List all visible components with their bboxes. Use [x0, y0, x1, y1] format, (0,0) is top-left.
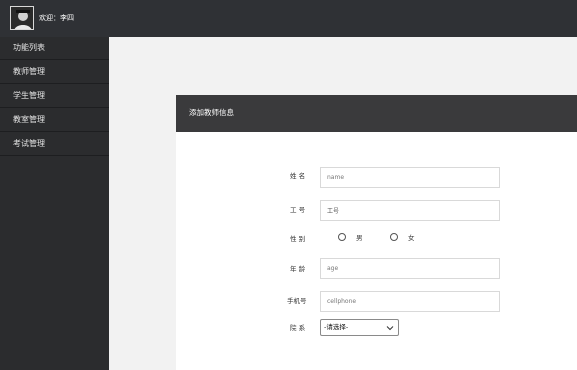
phone-input[interactable]: [320, 291, 500, 312]
employee-no-label: 工 号: [290, 206, 306, 214]
department-select-value: -请选择-: [324, 323, 349, 331]
user-avatar-icon: [11, 7, 33, 29]
panel-title: 添加教师信息: [189, 108, 234, 117]
gender-female-label: 女: [408, 234, 415, 242]
sidebar-item-label: 考试管理: [13, 139, 45, 148]
phone-label: 手机号: [287, 297, 307, 305]
sidebar-item-label: 教室管理: [13, 115, 45, 124]
name-input[interactable]: [320, 167, 500, 188]
employee-no-input[interactable]: [320, 200, 500, 221]
sidebar-item-label: 学生管理: [13, 91, 45, 100]
age-input[interactable]: [320, 258, 500, 279]
top-bar: 欢迎：李四: [0, 0, 577, 37]
sidebar-item-classroom-management[interactable]: 教室管理: [0, 109, 109, 132]
sidebar-item-label: 教师管理: [13, 67, 45, 76]
sidebar-item-teacher-management[interactable]: 教师管理: [0, 61, 109, 84]
sidebar-item-student-management[interactable]: 学生管理: [0, 85, 109, 108]
panel-header: 添加教师信息: [176, 95, 577, 132]
gender-male-radio[interactable]: [338, 233, 346, 241]
gender-label: 性 别: [290, 235, 306, 243]
chevron-down-icon: [386, 326, 394, 331]
age-label: 年 龄: [290, 265, 306, 273]
sidebar-item-label: 功能列表: [13, 43, 45, 52]
name-label: 姓 名: [290, 172, 306, 180]
welcome-text: 欢迎：李四: [39, 14, 74, 22]
department-label: 院 系: [290, 324, 306, 332]
gender-female-radio[interactable]: [390, 233, 398, 241]
sidebar-item-exam-management[interactable]: 考试管理: [0, 133, 109, 156]
user-avatar[interactable]: [10, 6, 34, 30]
sidebar: 功能列表 教师管理 学生管理 教室管理 考试管理: [0, 37, 109, 370]
sidebar-item-feature-list[interactable]: 功能列表: [0, 37, 109, 60]
department-select[interactable]: -请选择-: [320, 319, 399, 336]
gender-male-label: 男: [356, 234, 363, 242]
